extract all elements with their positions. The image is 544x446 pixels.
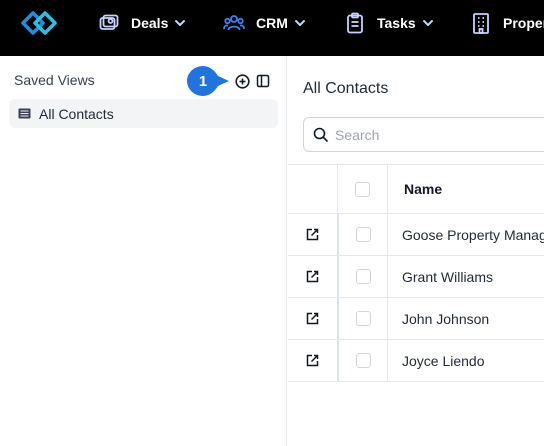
app-logo[interactable] bbox=[20, 8, 60, 38]
contact-name-cell[interactable]: Joyce Liendo bbox=[387, 340, 544, 381]
money-icon bbox=[98, 12, 120, 34]
nav-deals-label: Deals bbox=[131, 15, 169, 31]
header-edit-cell bbox=[288, 165, 337, 213]
nav-deals[interactable]: Deals bbox=[98, 11, 186, 35]
table-row: John Johnson bbox=[288, 298, 544, 340]
table-header-row: Name bbox=[288, 165, 544, 214]
search-icon bbox=[313, 127, 329, 143]
contacts-table: Name Goose Property Manag Grant Williams… bbox=[288, 164, 544, 382]
contact-name-cell[interactable]: John Johnson bbox=[387, 298, 544, 339]
nav-crm[interactable]: CRM bbox=[223, 11, 306, 35]
row-checkbox[interactable] bbox=[355, 269, 371, 284]
row-checkbox-cell bbox=[337, 256, 387, 297]
column-header-name[interactable]: Name bbox=[387, 165, 544, 213]
plus-circle-icon bbox=[234, 73, 250, 89]
header-checkbox-cell bbox=[337, 165, 387, 213]
main-content: All Contacts Name bbox=[288, 56, 544, 446]
users-icon bbox=[223, 12, 245, 34]
step-badge-number: 1 bbox=[198, 72, 208, 90]
table-row: Joyce Liendo bbox=[288, 340, 544, 382]
nav-properties[interactable]: Proper bbox=[470, 11, 544, 35]
edit-cell bbox=[288, 256, 337, 297]
add-view-button[interactable] bbox=[234, 73, 250, 89]
nav-tasks-label: Tasks bbox=[377, 15, 416, 31]
select-all-checkbox[interactable] bbox=[355, 181, 370, 197]
list-icon bbox=[18, 107, 32, 121]
table-row: Grant Williams bbox=[288, 256, 544, 298]
saved-views-sidebar: Saved Views 1 All Contacts bbox=[0, 56, 287, 446]
page-title: All Contacts bbox=[303, 80, 389, 97]
row-checkbox[interactable] bbox=[355, 311, 371, 326]
chevron-down-icon bbox=[294, 17, 306, 29]
search-input[interactable] bbox=[335, 126, 535, 143]
row-checkbox[interactable] bbox=[355, 353, 371, 368]
chevron-down-icon bbox=[174, 17, 186, 29]
table-row: Goose Property Manag bbox=[288, 214, 544, 256]
edit-cell bbox=[288, 340, 337, 381]
nav-properties-label: Proper bbox=[503, 15, 544, 31]
saved-views-title: Saved Views bbox=[14, 72, 95, 88]
row-checkbox-cell bbox=[337, 214, 387, 255]
contact-name-cell[interactable]: Grant Williams bbox=[387, 256, 544, 297]
toggle-sidebar-button[interactable] bbox=[255, 73, 271, 89]
open-record-icon[interactable] bbox=[306, 312, 320, 326]
row-checkbox-cell bbox=[337, 298, 387, 339]
row-checkbox[interactable] bbox=[355, 227, 371, 242]
view-item-all-contacts[interactable]: All Contacts bbox=[9, 99, 278, 128]
open-record-icon[interactable] bbox=[306, 354, 320, 368]
edit-cell bbox=[288, 298, 337, 339]
open-record-icon[interactable] bbox=[306, 228, 320, 242]
chevron-down-icon bbox=[422, 17, 434, 29]
edit-cell bbox=[288, 214, 337, 255]
clipboard-icon bbox=[344, 12, 366, 34]
step-badge: 1 bbox=[187, 66, 229, 96]
view-item-label: All Contacts bbox=[39, 105, 114, 122]
search-box[interactable] bbox=[303, 117, 544, 152]
top-nav-bar: Deals CRM Tasks Proper bbox=[0, 0, 544, 56]
open-record-icon[interactable] bbox=[306, 270, 320, 284]
row-checkbox-cell bbox=[337, 340, 387, 381]
sidebar-panel-icon bbox=[256, 74, 270, 88]
nav-tasks[interactable]: Tasks bbox=[344, 11, 434, 35]
building-icon bbox=[470, 12, 492, 34]
nav-crm-label: CRM bbox=[256, 15, 288, 31]
contact-name-cell[interactable]: Goose Property Manag bbox=[387, 214, 544, 255]
